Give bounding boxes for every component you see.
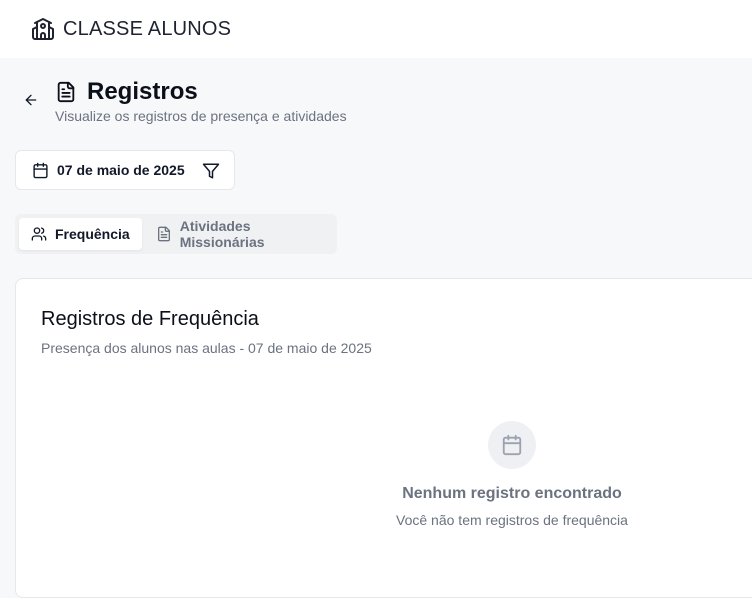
- top-bar: CLASSE ALUNOS: [0, 0, 752, 58]
- back-button[interactable]: [21, 90, 41, 110]
- empty-state-text: Você não tem registros de frequência: [396, 512, 628, 528]
- document-icon: [55, 80, 77, 104]
- arrow-left-icon: [23, 92, 39, 108]
- calendar-icon: [32, 162, 49, 179]
- empty-state-title: Nenhum registro encontrado: [402, 485, 622, 502]
- app-name[interactable]: CLASSE ALUNOS: [63, 18, 231, 41]
- document-icon: [156, 226, 172, 242]
- card-title: Registros de Frequência: [41, 308, 259, 330]
- calendar-icon: [488, 421, 536, 469]
- page-subtitle: Visualize os registros de presença e ati…: [55, 108, 347, 124]
- page-title: Registros: [87, 78, 198, 105]
- selected-date: 07 de maio de 2025: [57, 162, 185, 178]
- tab-label: Frequência: [55, 226, 130, 242]
- tab-atividades-missionarias[interactable]: Atividades Missionárias: [144, 218, 333, 250]
- date-filter-button[interactable]: 07 de maio de 2025: [15, 150, 235, 190]
- tab-list: Frequência Atividades Missionárias: [15, 214, 337, 254]
- card-subtitle: Presença dos alunos nas aulas - 07 de ma…: [41, 340, 372, 356]
- tab-frequencia[interactable]: Frequência: [19, 218, 142, 250]
- tab-label: Atividades Missionárias: [179, 218, 265, 250]
- school-icon: [31, 17, 55, 41]
- filter-icon[interactable]: [202, 162, 220, 180]
- page-header: Registros: [55, 78, 198, 106]
- users-icon: [31, 226, 47, 242]
- attendance-records-card: Registros de Frequência Presença dos alu…: [15, 278, 752, 598]
